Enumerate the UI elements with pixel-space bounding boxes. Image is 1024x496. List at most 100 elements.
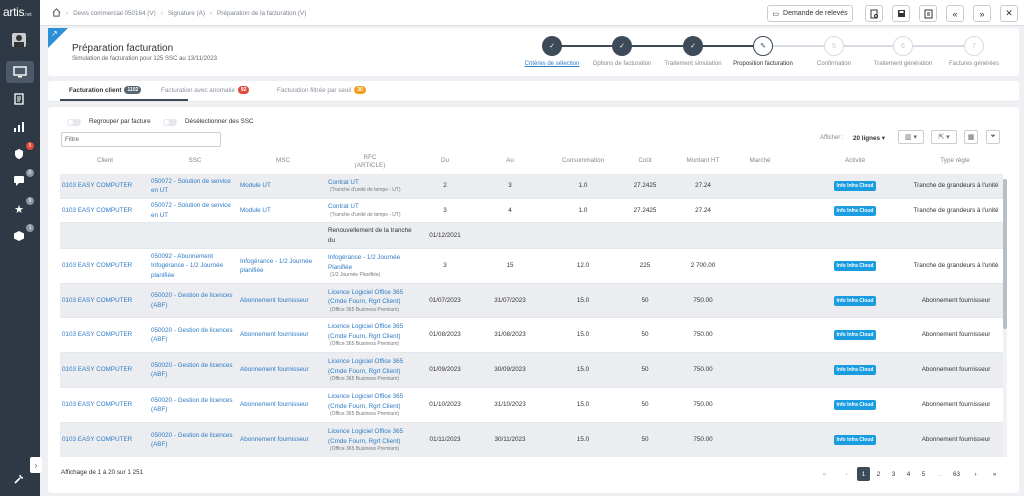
col-montant[interactable]: Montant HT (678, 157, 728, 165)
columns-icon[interactable]: ▥ ▾ (898, 130, 924, 144)
page-button[interactable]: 63 (950, 467, 963, 481)
step-1[interactable]: ✓ (542, 36, 562, 56)
col-client[interactable]: Client (80, 157, 130, 165)
cell-client[interactable]: 0103 EASY COMPUTER (62, 296, 132, 306)
filter-icon[interactable]: ⏷ (986, 130, 1000, 144)
artis-logo[interactable]: artis.net (3, 5, 32, 19)
page-size-select[interactable]: 20 lignes ▾ (853, 135, 885, 142)
rfc-label[interactable]: Licence Logiciel Office 365 (Cmde Fourn,… (328, 427, 418, 446)
page-button[interactable]: 5 (917, 467, 930, 481)
prev-page-button[interactable]: ‹ (840, 467, 853, 481)
documents-icon[interactable] (10, 90, 28, 108)
cell-client[interactable]: 0103 EASY COMPUTER (62, 330, 132, 340)
col-au[interactable]: Au (495, 157, 525, 165)
export-icon[interactable]: ⇱ ▾ (931, 130, 957, 144)
table-row[interactable]: 0103 EASY COMPUTER 050020 - Gestion de li… (60, 318, 1003, 353)
cell-msc[interactable]: Abonnement fournisseur (240, 296, 309, 306)
rfc-label[interactable]: Contrat UT (328, 178, 401, 188)
cell-ssc[interactable]: 050072 - Solution de service en UT (151, 177, 235, 196)
rfc-label[interactable]: Contrat UT (328, 202, 401, 212)
filter-input[interactable] (61, 132, 221, 147)
table-row[interactable]: 0103 EASY COMPUTER 050072 - Solution de s… (60, 174, 1003, 199)
table-row[interactable]: 0103 EASY COMPUTER 050020 - Gestion de li… (60, 388, 1003, 423)
page-button[interactable]: 1 (857, 467, 870, 481)
col-du[interactable]: Du (430, 157, 460, 165)
breadcrumb-item[interactable]: Préparation de la facturation (V) (217, 10, 306, 17)
forward-icon[interactable]: » (973, 5, 991, 22)
tab-facturation-anomalie[interactable]: Facturation avec anomalie 92 (161, 86, 250, 94)
table-row[interactable]: 0103 EASY COMPUTER 050020 - Gestion de li… (60, 284, 1003, 318)
cell-client[interactable]: 0103 EASY COMPUTER (62, 400, 132, 410)
breadcrumb-item[interactable]: Signature (A) (168, 10, 205, 17)
tab-facturation-client[interactable]: Facturation client 1102 (69, 86, 142, 94)
step-label[interactable]: Critères de sélection (525, 61, 580, 67)
table-scrollbar[interactable] (1003, 179, 1007, 457)
cell-ssc[interactable]: 050020 - Gestion de licences (ABF) (151, 431, 235, 450)
table-row[interactable]: 0103 EASY COMPUTER 050020 - Gestion de li… (60, 353, 1003, 388)
deselect-toggle[interactable] (163, 119, 177, 126)
cell-msc[interactable]: Module UT (240, 181, 271, 191)
cell-msc[interactable]: Abonnement fournisseur (240, 330, 309, 340)
cell-client[interactable]: 0103 EASY COMPUTER (62, 206, 132, 216)
demande-releves-button[interactable]: ▭ Demande de relevés (767, 5, 853, 22)
first-page-button[interactable]: « (818, 467, 831, 481)
layout-icon[interactable]: ▦ (964, 130, 978, 144)
col-msc[interactable]: MSC (258, 157, 308, 165)
cell-client[interactable]: 0103 EASY COMPUTER (62, 435, 132, 445)
regrouper-toggle[interactable] (67, 119, 81, 126)
rfc-label[interactable]: Licence Logiciel Office 365 (Cmde Fourn,… (328, 392, 418, 411)
page-button[interactable]: 3 (887, 467, 900, 481)
cube-icon[interactable] (10, 227, 28, 245)
pdf-icon[interactable] (919, 5, 937, 22)
col-type-regle[interactable]: Type règle (920, 157, 990, 165)
cell-ssc[interactable]: 050020 - Gestion de licences (ABF) (151, 361, 235, 380)
cell-ssc[interactable]: 050072 - Solution de service en UT (151, 201, 235, 220)
cell-msc[interactable]: Infogérance - 1/2 Journée planifiée (240, 257, 326, 276)
col-cout[interactable]: Coût (630, 157, 660, 165)
cell-msc[interactable]: Abonnement fournisseur (240, 365, 309, 375)
col-ssc[interactable]: SSC (170, 157, 220, 165)
expand-sidebar-button[interactable]: › (30, 457, 42, 473)
step-4[interactable]: ✎ (753, 36, 773, 56)
cell-client[interactable]: 0103 EASY COMPUTER (62, 365, 132, 375)
save-icon[interactable] (892, 5, 910, 22)
rfc-label[interactable]: Licence Logiciel Office 365 (Cmde Fourn,… (328, 322, 418, 341)
cell-ssc[interactable]: 050020 - Gestion de licences (ABF) (151, 291, 235, 310)
back-icon[interactable]: « (946, 5, 964, 22)
rfc-label[interactable]: Licence Logiciel Office 365 (Cmde Fourn,… (328, 357, 418, 376)
table-row[interactable]: Renouvellement de la tranche du 01/12/202… (60, 223, 1003, 249)
cell-ssc[interactable]: 050020 - Gestion de licences (ABF) (151, 326, 235, 345)
shield-icon[interactable] (10, 145, 28, 163)
breadcrumb-item[interactable]: Devis commercial 050164 (V) (73, 10, 156, 17)
chat-icon[interactable] (10, 172, 28, 190)
cell-ssc[interactable]: 050092 - Abonnement Infogérance - 1/2 Jo… (151, 252, 235, 281)
monitor-icon[interactable] (6, 61, 34, 83)
star-icon[interactable]: ★ (10, 200, 28, 218)
cell-msc[interactable]: Abonnement fournisseur (240, 435, 309, 445)
table-row[interactable]: 0103 EASY COMPUTER 050092 - Abonnement In… (60, 249, 1003, 284)
col-rfc[interactable]: RFC (ARTICLE) (340, 154, 400, 170)
close-icon[interactable]: ✕ (1000, 5, 1018, 22)
last-page-button[interactable]: » (988, 467, 1001, 481)
cell-msc[interactable]: Module UT (240, 206, 271, 216)
wrench-icon[interactable] (10, 470, 28, 488)
next-page-button[interactable]: › (969, 467, 982, 481)
table-row[interactable]: 0103 EASY COMPUTER 050072 - Solution de s… (60, 199, 1003, 223)
doc-search-icon[interactable] (865, 5, 883, 22)
col-consommation[interactable]: Consommation (553, 157, 613, 165)
home-icon[interactable] (52, 8, 61, 19)
step-3[interactable]: ✓ (683, 36, 703, 56)
col-activite[interactable]: Activité (830, 157, 880, 165)
chart-icon[interactable] (10, 118, 28, 136)
user-avatar[interactable] (10, 31, 28, 49)
cell-msc[interactable]: Abonnement fournisseur (240, 400, 309, 410)
scrollbar-thumb[interactable] (1003, 179, 1007, 329)
page-button[interactable]: 4 (902, 467, 915, 481)
table-row[interactable]: 0103 EASY COMPUTER 050020 - Gestion de li… (60, 423, 1003, 457)
cell-client[interactable]: 0103 EASY COMPUTER (62, 181, 132, 191)
tab-facturation-filtree[interactable]: Facturation filtrée par seuil 30 (277, 86, 366, 94)
step-2[interactable]: ✓ (612, 36, 632, 56)
cell-client[interactable]: 0103 EASY COMPUTER (62, 261, 132, 271)
rfc-label[interactable]: Licence Logiciel Office 365 (Cmde Fourn,… (328, 288, 418, 307)
col-marche[interactable]: Marché (740, 157, 780, 165)
